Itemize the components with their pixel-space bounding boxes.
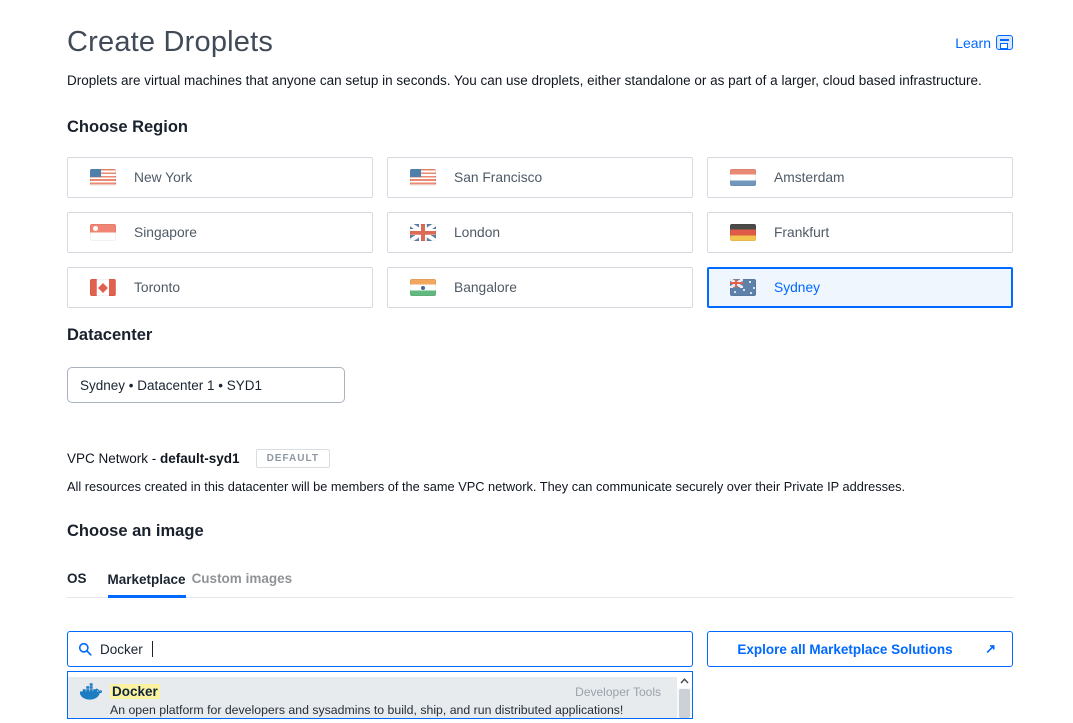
result-header: Docker Developer Tools [80, 683, 667, 700]
flag-canada-icon [90, 279, 116, 296]
search-results-dropdown: Docker Developer Tools An open platform … [67, 671, 693, 719]
marketplace-result-docker[interactable]: Docker Developer Tools An open platform … [68, 677, 677, 719]
datacenter-select[interactable]: Sydney • Datacenter 1 • SYD1 [67, 367, 345, 403]
flag-uk-icon [410, 224, 436, 241]
region-card-bangalore[interactable]: Bangalore [387, 267, 693, 308]
region-label: Amsterdam [774, 170, 845, 185]
learn-link-label: Learn [955, 35, 991, 51]
search-icon [78, 642, 92, 656]
vpc-network-row: VPC Network - default-syd1 DEFAULT [67, 449, 1013, 468]
tab-marketplace[interactable]: Marketplace [108, 572, 186, 598]
region-label: London [454, 225, 500, 240]
flag-australia-icon [730, 279, 756, 296]
dropdown-scrollbar[interactable] [677, 673, 692, 718]
region-label: New York [134, 170, 192, 185]
flag-india-icon [410, 279, 436, 296]
flag-netherlands-icon [730, 169, 756, 186]
vpc-default-badge: DEFAULT [256, 449, 330, 468]
region-label: Frankfurt [774, 225, 829, 240]
region-card-toronto[interactable]: Toronto [67, 267, 373, 308]
region-card-san-francisco[interactable]: San Francisco [387, 157, 693, 198]
vpc-description: All resources created in this datacenter… [67, 479, 1013, 494]
flag-us-icon [90, 169, 116, 186]
datacenter-heading: Datacenter [67, 326, 1013, 345]
region-label: San Francisco [454, 170, 542, 185]
result-category: Developer Tools [575, 685, 667, 699]
chevron-up-icon [680, 678, 689, 684]
page-title: Create Droplets [67, 26, 273, 59]
vpc-network-label: VPC Network - [67, 451, 160, 466]
region-label: Sydney [774, 280, 820, 295]
region-card-amsterdam[interactable]: Amsterdam [707, 157, 1013, 198]
region-card-frankfurt[interactable]: Frankfurt [707, 212, 1013, 253]
marketplace-search-row: Docker Explore all Marketplace Solutions… [67, 631, 1013, 667]
image-tabs: OS Marketplace Custom images [67, 571, 1013, 598]
region-card-singapore[interactable]: Singapore [67, 212, 373, 253]
region-card-new-york[interactable]: New York [67, 157, 373, 198]
external-link-arrow-icon: ↗ [985, 641, 996, 657]
explore-marketplace-button[interactable]: Explore all Marketplace Solutions ↗ [707, 631, 1013, 667]
result-description: An open platform for developers and sysa… [110, 703, 667, 717]
scroll-up-button[interactable] [677, 673, 692, 688]
region-card-sydney[interactable]: Sydney [707, 267, 1013, 308]
flag-germany-icon [730, 224, 756, 241]
marketplace-search-input[interactable]: Docker [67, 631, 693, 667]
scrollbar-thumb[interactable] [679, 689, 690, 718]
flag-singapore-icon [90, 224, 116, 241]
page-subtitle: Droplets are virtual machines that anyon… [67, 73, 1013, 88]
region-card-london[interactable]: London [387, 212, 693, 253]
text-caret [152, 641, 153, 657]
region-grid: New York San Francisco Amsterdam Singapo… [67, 157, 1013, 308]
tab-os[interactable]: OS [67, 571, 87, 597]
learn-link[interactable]: Learn [955, 35, 1013, 51]
tab-custom-images[interactable]: Custom images [192, 571, 293, 597]
datacenter-selected-value: Sydney • Datacenter 1 • SYD1 [80, 378, 262, 393]
region-label: Bangalore [454, 280, 517, 295]
docker-whale-icon [80, 683, 102, 700]
choose-image-heading: Choose an image [67, 522, 1013, 541]
flag-us-icon [410, 169, 436, 186]
region-label: Toronto [134, 280, 180, 295]
create-droplets-page: Create Droplets Learn Droplets are virtu… [0, 26, 1073, 719]
explore-button-label: Explore all Marketplace Solutions [737, 642, 952, 657]
page-header: Create Droplets Learn [67, 26, 1013, 59]
result-title-highlighted: Docker [110, 684, 160, 699]
region-label: Singapore [134, 225, 197, 240]
search-input-value: Docker [100, 642, 143, 657]
tutorial-doc-icon [996, 35, 1013, 50]
choose-region-heading: Choose Region [67, 118, 1013, 137]
vpc-network-name: default-syd1 [160, 451, 240, 466]
